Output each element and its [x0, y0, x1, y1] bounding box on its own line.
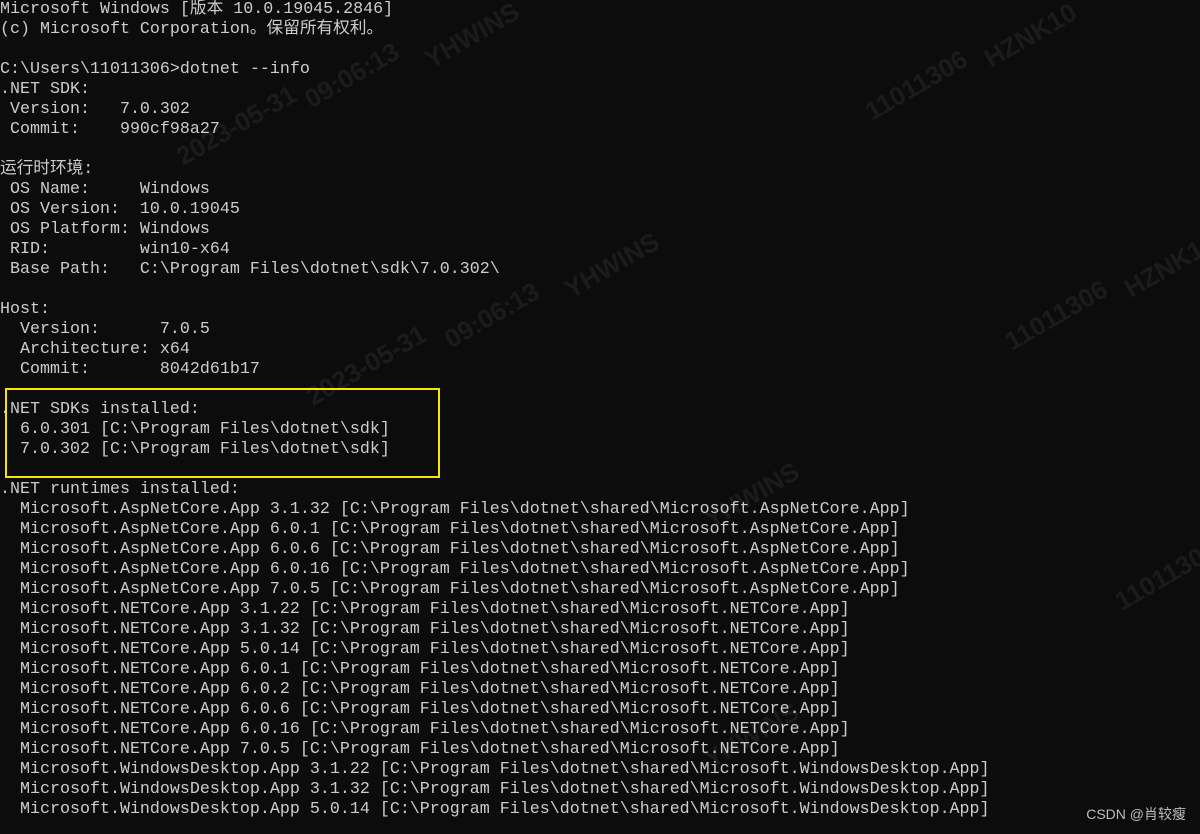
terminal-line: OS Version: 10.0.19045 — [0, 200, 240, 219]
terminal-line: Microsoft.NETCore.App 6.0.6 [C:\Program … — [0, 700, 840, 719]
terminal-line: 运行时环境: — [0, 160, 94, 179]
terminal-line: Microsoft.NETCore.App 3.1.22 [C:\Program… — [0, 600, 850, 619]
terminal-line: Microsoft.NETCore.App 6.0.16 [C:\Program… — [0, 720, 850, 739]
terminal-line: 7.0.302 [C:\Program Files\dotnet\sdk] — [0, 440, 390, 459]
terminal-line: Base Path: C:\Program Files\dotnet\sdk\7… — [0, 260, 500, 279]
terminal-line: Microsoft.AspNetCore.App 6.0.16 [C:\Prog… — [0, 560, 910, 579]
terminal-line: C:\Users\11011306>dotnet --info — [0, 60, 310, 79]
terminal-line: .NET SDKs installed: — [0, 400, 200, 419]
terminal-line: Commit: 8042d61b17 — [0, 360, 260, 379]
terminal-line: Microsoft.AspNetCore.App 3.1.32 [C:\Prog… — [0, 500, 910, 519]
terminal-line: OS Platform: Windows — [0, 220, 210, 239]
csdn-credit: CSDN @肖较瘦 — [1086, 806, 1186, 822]
terminal-line: (c) Microsoft Corporation。保留所有权利。 — [0, 20, 384, 39]
terminal-line: Microsoft.WindowsDesktop.App 5.0.14 [C:\… — [0, 800, 990, 819]
terminal-line: Microsoft.AspNetCore.App 6.0.1 [C:\Progr… — [0, 520, 900, 539]
terminal-line: 6.0.301 [C:\Program Files\dotnet\sdk] — [0, 420, 390, 439]
terminal-line: RID: win10-x64 — [0, 240, 230, 259]
terminal-line: Version: 7.0.5 — [0, 320, 210, 339]
terminal-line: Microsoft.NETCore.App 3.1.32 [C:\Program… — [0, 620, 850, 639]
terminal-line: Microsoft.WindowsDesktop.App 3.1.22 [C:\… — [0, 760, 990, 779]
terminal-line: Microsoft Windows [版本 10.0.19045.2846] — [0, 0, 394, 19]
terminal-line: Version: 7.0.302 — [0, 100, 190, 119]
terminal-line: Host: — [0, 300, 50, 319]
terminal-line: .NET SDK: — [0, 80, 90, 99]
terminal-line: Microsoft.AspNetCore.App 7.0.5 [C:\Progr… — [0, 580, 900, 599]
terminal-line: Microsoft.NETCore.App 7.0.5 [C:\Program … — [0, 740, 840, 759]
terminal-line: Microsoft.WindowsDesktop.App 3.1.32 [C:\… — [0, 780, 990, 799]
terminal-line: Architecture: x64 — [0, 340, 190, 359]
terminal-line: Microsoft.NETCore.App 6.0.2 [C:\Program … — [0, 680, 840, 699]
terminal-line: OS Name: Windows — [0, 180, 210, 199]
terminal-line: Microsoft.NETCore.App 5.0.14 [C:\Program… — [0, 640, 850, 659]
terminal-output[interactable]: Microsoft Windows [版本 10.0.19045.2846] (c… — [0, 0, 1200, 820]
terminal-line: Microsoft.NETCore.App 6.0.1 [C:\Program … — [0, 660, 840, 679]
terminal-line: Microsoft.AspNetCore.App 6.0.6 [C:\Progr… — [0, 540, 900, 559]
terminal-line: .NET runtimes installed: — [0, 480, 240, 499]
terminal-line: Commit: 990cf98a27 — [0, 120, 220, 139]
